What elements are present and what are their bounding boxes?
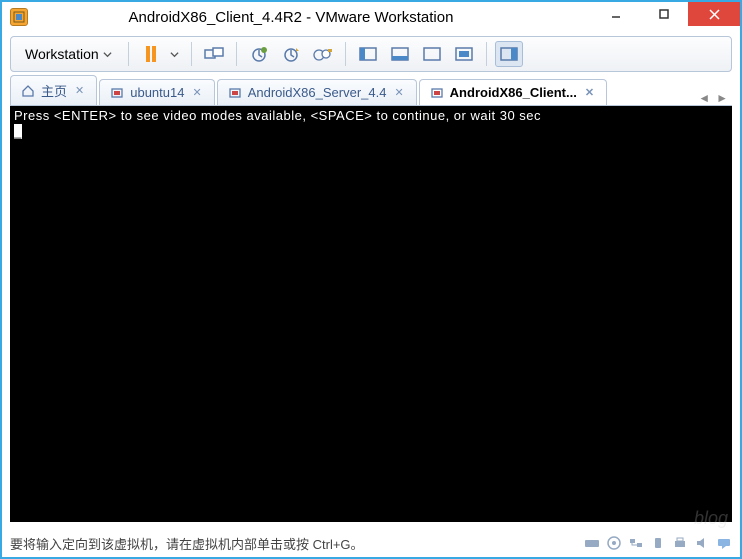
- manage-snapshots-button[interactable]: [309, 41, 337, 67]
- toolbar-separator: [236, 42, 237, 66]
- status-message: 要将输入定向到该虚拟机，请在虚拟机内部单击或按 Ctrl+G。: [10, 534, 364, 553]
- tab-ubuntu14[interactable]: ubuntu14 ✕: [99, 79, 214, 105]
- tab-label: ubuntu14: [130, 85, 184, 100]
- toolbar-separator: [486, 42, 487, 66]
- tab-bar: 主页 ✕ ubuntu14 ✕ AndroidX86_Server_4.4 ✕ …: [10, 76, 732, 106]
- fullscreen-button[interactable]: [418, 41, 446, 67]
- snapshot-button[interactable]: [245, 41, 273, 67]
- window-controls: [592, 2, 740, 32]
- message-icon[interactable]: [716, 536, 732, 550]
- home-icon: [21, 84, 35, 98]
- unity-icon: [455, 47, 473, 61]
- tab-label: AndroidX86_Server_4.4: [248, 85, 387, 100]
- minimize-button[interactable]: [592, 2, 640, 26]
- status-bar: 要将输入定向到该虚拟机，请在虚拟机内部单击或按 Ctrl+G。: [10, 531, 732, 555]
- window-title: AndroidX86_Client_4.4R2 - VMware Worksta…: [2, 9, 580, 26]
- send-ctrl-alt-del-button[interactable]: [200, 41, 228, 67]
- tab-label: AndroidX86_Client...: [450, 85, 577, 100]
- vm-icon: [228, 86, 242, 100]
- console-line: Press <ENTER> to see video modes availab…: [14, 108, 541, 123]
- tab-androidx86-server[interactable]: AndroidX86_Server_4.4 ✕: [217, 79, 417, 105]
- revert-icon: [282, 46, 300, 62]
- vm-icon: [430, 86, 444, 100]
- sound-icon[interactable]: [694, 536, 710, 550]
- tab-home[interactable]: 主页 ✕: [10, 75, 97, 105]
- toolbar-separator: [191, 42, 192, 66]
- tab-close-button[interactable]: ✕: [583, 86, 596, 99]
- console-cursor: _: [14, 124, 22, 139]
- show-console-button[interactable]: [354, 41, 382, 67]
- revert-snapshot-button[interactable]: [277, 41, 305, 67]
- tab-close-button[interactable]: ✕: [190, 86, 203, 99]
- toolbar-separator: [128, 42, 129, 66]
- usb-icon[interactable]: [650, 536, 666, 550]
- hdd-icon[interactable]: [584, 536, 600, 550]
- main-toolbar: Workstation: [10, 36, 732, 72]
- close-button[interactable]: [688, 2, 740, 26]
- window-titlebar: AndroidX86_Client_4.4R2 - VMware Worksta…: [2, 2, 740, 32]
- tab-scroll-left[interactable]: ◄: [698, 91, 710, 105]
- pause-icon: [146, 46, 156, 62]
- tab-scroll-right[interactable]: ►: [716, 91, 728, 105]
- tab-label: 主页: [41, 81, 67, 100]
- devices-icon: [204, 46, 224, 62]
- snapshot-icon: [250, 46, 268, 62]
- workstation-menu[interactable]: Workstation: [17, 43, 120, 65]
- power-dropdown[interactable]: [167, 41, 183, 67]
- library-button[interactable]: [495, 41, 523, 67]
- chevron-down-icon: [170, 50, 179, 59]
- library-icon: [500, 47, 518, 61]
- tab-scroll-controls: ◄ ►: [698, 91, 732, 105]
- chevron-down-icon: [103, 50, 112, 59]
- vm-console[interactable]: Press <ENTER> to see video modes availab…: [10, 106, 732, 522]
- snapshot-manager-icon: [313, 46, 333, 62]
- toolbar-separator: [345, 42, 346, 66]
- vm-icon: [110, 86, 124, 100]
- fullscreen-icon: [423, 47, 441, 61]
- tab-close-button[interactable]: ✕: [73, 84, 86, 97]
- tab-androidx86-client[interactable]: AndroidX86_Client... ✕: [419, 79, 607, 105]
- network-icon[interactable]: [628, 536, 644, 550]
- status-device-icons: [584, 536, 732, 550]
- workstation-menu-label: Workstation: [25, 46, 99, 62]
- tab-close-button[interactable]: ✕: [392, 86, 405, 99]
- unity-button[interactable]: [450, 41, 478, 67]
- pause-vm-button[interactable]: [137, 41, 165, 67]
- thumbnail-view-icon: [391, 47, 409, 61]
- cd-icon[interactable]: [606, 536, 622, 550]
- console-view-icon: [359, 47, 377, 61]
- printer-icon[interactable]: [672, 536, 688, 550]
- maximize-button[interactable]: [640, 2, 688, 26]
- show-thumbnail-button[interactable]: [386, 41, 414, 67]
